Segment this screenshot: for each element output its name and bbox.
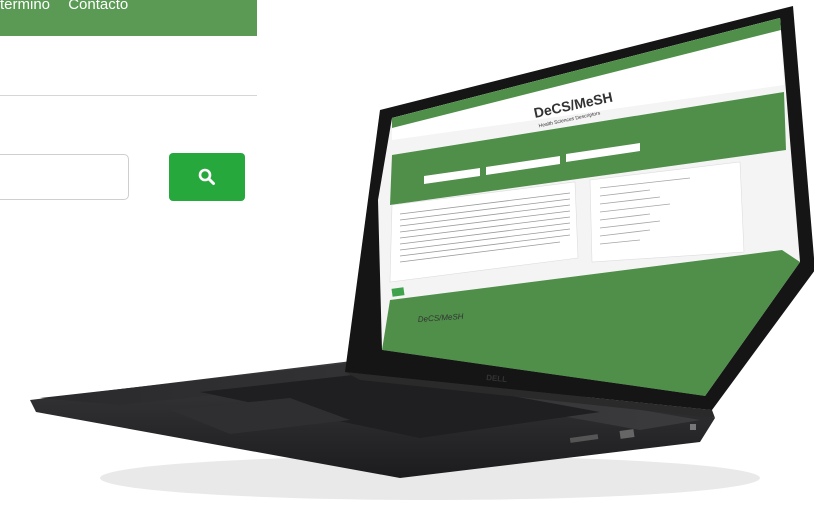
screen-side-panel xyxy=(589,161,745,263)
laptop-image: DeCS/MeSH Health Sciences Descriptors De… xyxy=(30,6,814,500)
screen-small-button xyxy=(391,287,405,297)
port-small xyxy=(690,424,696,430)
